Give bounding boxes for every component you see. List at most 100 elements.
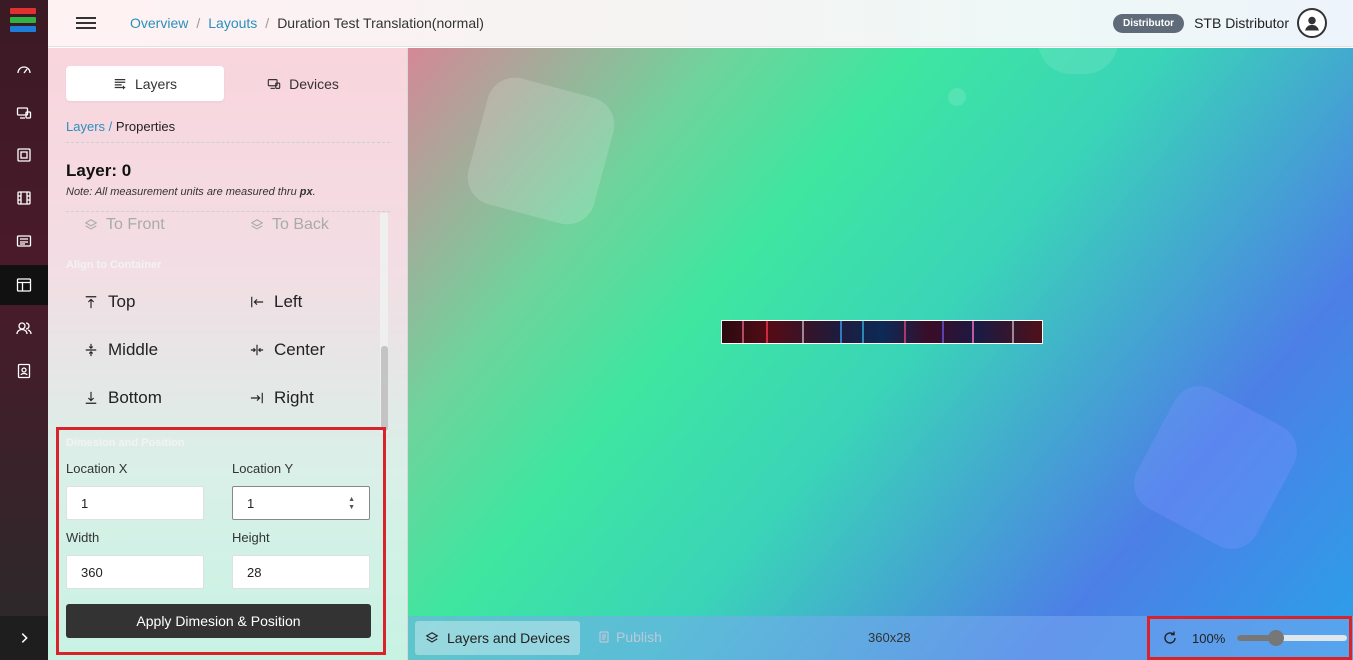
align-left-label: Left xyxy=(274,292,303,311)
height-value: 28 xyxy=(247,564,262,580)
icon-rail xyxy=(0,0,48,660)
breadcrumb-layouts[interactable]: Layouts xyxy=(208,15,257,31)
app-logo[interactable] xyxy=(10,8,36,36)
zoom-slider-handle[interactable] xyxy=(1267,630,1284,646)
units-note-text: Note: All measurement units are measured… xyxy=(66,186,300,198)
location-y-input[interactable]: 1 ▲ ▼ xyxy=(232,486,370,520)
expand-rail-button[interactable] xyxy=(0,616,48,660)
location-x-label: Location X xyxy=(66,461,128,476)
breadcrumb-overview[interactable]: Overview xyxy=(130,15,188,31)
contacts-icon[interactable] xyxy=(0,351,48,391)
avatar[interactable] xyxy=(1297,8,1327,38)
dashboard-icon[interactable] xyxy=(0,50,48,90)
background-decoration xyxy=(1124,376,1307,559)
align-bottom-icon xyxy=(85,391,97,404)
to-back-label: To Back xyxy=(272,216,329,233)
menu-icon[interactable] xyxy=(76,15,96,31)
tab-devices[interactable]: Devices xyxy=(224,66,382,101)
align-bottom-label: Bottom xyxy=(108,388,162,407)
layout-canvas[interactable]: Layers and Devices Publish 360x28 100% xyxy=(408,48,1353,660)
layers-devices-label: Layers and Devices xyxy=(447,630,570,646)
align-center-button[interactable]: Center xyxy=(250,340,325,360)
panel-breadcrumb-separator: / xyxy=(108,119,113,134)
align-right-icon xyxy=(250,392,263,404)
publish-label: Publish xyxy=(616,629,662,645)
breadcrumb-current: Duration Test Translation(normal) xyxy=(277,15,484,31)
app: Overview / Layouts / Duration Test Trans… xyxy=(0,0,1353,660)
location-y-value: 1 xyxy=(247,495,255,511)
layers-devices-button[interactable]: Layers and Devices xyxy=(415,621,580,655)
publish-button[interactable]: Publish xyxy=(598,629,662,645)
align-heading: Align to Container xyxy=(66,259,162,271)
background-decoration xyxy=(948,88,966,106)
layer-title: Layer: 0 xyxy=(66,161,132,180)
align-center-label: Center xyxy=(274,340,326,359)
location-x-value: 1 xyxy=(81,495,89,511)
align-bottom-button[interactable]: Bottom xyxy=(84,388,162,408)
devices-icon xyxy=(267,78,281,89)
devices-icon[interactable] xyxy=(0,93,48,133)
role-badge: Distributor xyxy=(1112,13,1185,33)
layers-list-icon xyxy=(114,78,126,89)
breadcrumb-separator: / xyxy=(265,15,270,31)
media-icon[interactable] xyxy=(0,135,48,175)
panel-scrollbar-thumb[interactable] xyxy=(381,346,388,431)
send-back-icon xyxy=(250,219,264,230)
user-name: STB Distributor xyxy=(1194,15,1289,31)
align-top-label: Top xyxy=(108,292,136,311)
height-input[interactable]: 28 xyxy=(232,555,370,589)
align-middle-icon xyxy=(85,343,97,357)
user-menu[interactable]: Distributor STB Distributor xyxy=(1112,8,1327,38)
apply-dimension-button[interactable]: Apply Dimesion & Position xyxy=(66,604,371,638)
layer-element[interactable] xyxy=(721,320,1043,344)
units-note-end: . xyxy=(312,186,316,198)
background-decoration xyxy=(461,71,621,231)
align-middle-button[interactable]: Middle xyxy=(84,340,158,360)
width-label: Width xyxy=(66,530,100,545)
align-top-icon xyxy=(85,296,97,309)
panel-tabs: Layers Devices xyxy=(66,66,382,101)
canvas-size: 360x28 xyxy=(868,630,911,645)
align-center-icon xyxy=(250,344,264,356)
align-right-button[interactable]: Right xyxy=(250,388,314,408)
bring-front-icon xyxy=(84,219,98,230)
zoom-slider[interactable] xyxy=(1237,630,1348,646)
layers-icon xyxy=(425,632,439,643)
breadcrumb-separator: / xyxy=(196,15,201,31)
align-left-button[interactable]: Left xyxy=(250,292,302,312)
width-input[interactable]: 360 xyxy=(66,555,204,589)
dimension-heading: Dimesion and Position xyxy=(66,437,185,449)
location-x-input[interactable]: 1 xyxy=(66,486,204,520)
units-note: Note: All measurement units are measured… xyxy=(66,186,316,198)
properties-panel: Layers Devices Layers / Properties Layer… xyxy=(48,48,408,660)
layouts-icon[interactable] xyxy=(0,265,48,305)
tab-devices-label: Devices xyxy=(289,75,339,92)
align-left-icon xyxy=(251,296,264,308)
top-header: Overview / Layouts / Duration Test Trans… xyxy=(48,0,1353,47)
film-icon[interactable] xyxy=(0,178,48,218)
reset-zoom-icon[interactable] xyxy=(1162,630,1178,646)
users-icon[interactable] xyxy=(0,308,48,348)
number-spinner-icon[interactable]: ▲ ▼ xyxy=(348,496,355,512)
canvas-footer: Layers and Devices Publish 360x28 100% xyxy=(408,616,1353,660)
user-icon xyxy=(1305,16,1319,31)
to-front-button[interactable]: To Front xyxy=(84,216,165,234)
align-top-button[interactable]: Top xyxy=(84,292,135,312)
tab-layers[interactable]: Layers xyxy=(66,66,224,101)
panel-breadcrumb-current: Properties xyxy=(115,119,176,134)
zoom-value: 100% xyxy=(1192,630,1226,646)
chevron-right-icon xyxy=(21,633,28,643)
height-label: Height xyxy=(232,530,270,545)
document-icon xyxy=(599,631,609,643)
panel-breadcrumb: Layers / Properties xyxy=(66,119,390,143)
align-middle-label: Middle xyxy=(108,340,159,359)
breadcrumb: Overview / Layouts / Duration Test Trans… xyxy=(130,15,484,31)
units-note-unit: px xyxy=(299,186,313,198)
align-right-label: Right xyxy=(274,388,314,407)
tab-layers-label: Layers xyxy=(134,75,178,92)
panel-breadcrumb-layers[interactable]: Layers xyxy=(66,119,105,134)
to-front-label: To Front xyxy=(106,216,165,233)
to-back-button[interactable]: To Back xyxy=(250,216,329,234)
zoom-controls: 100% xyxy=(1147,616,1352,660)
playlist-icon[interactable] xyxy=(0,221,48,261)
